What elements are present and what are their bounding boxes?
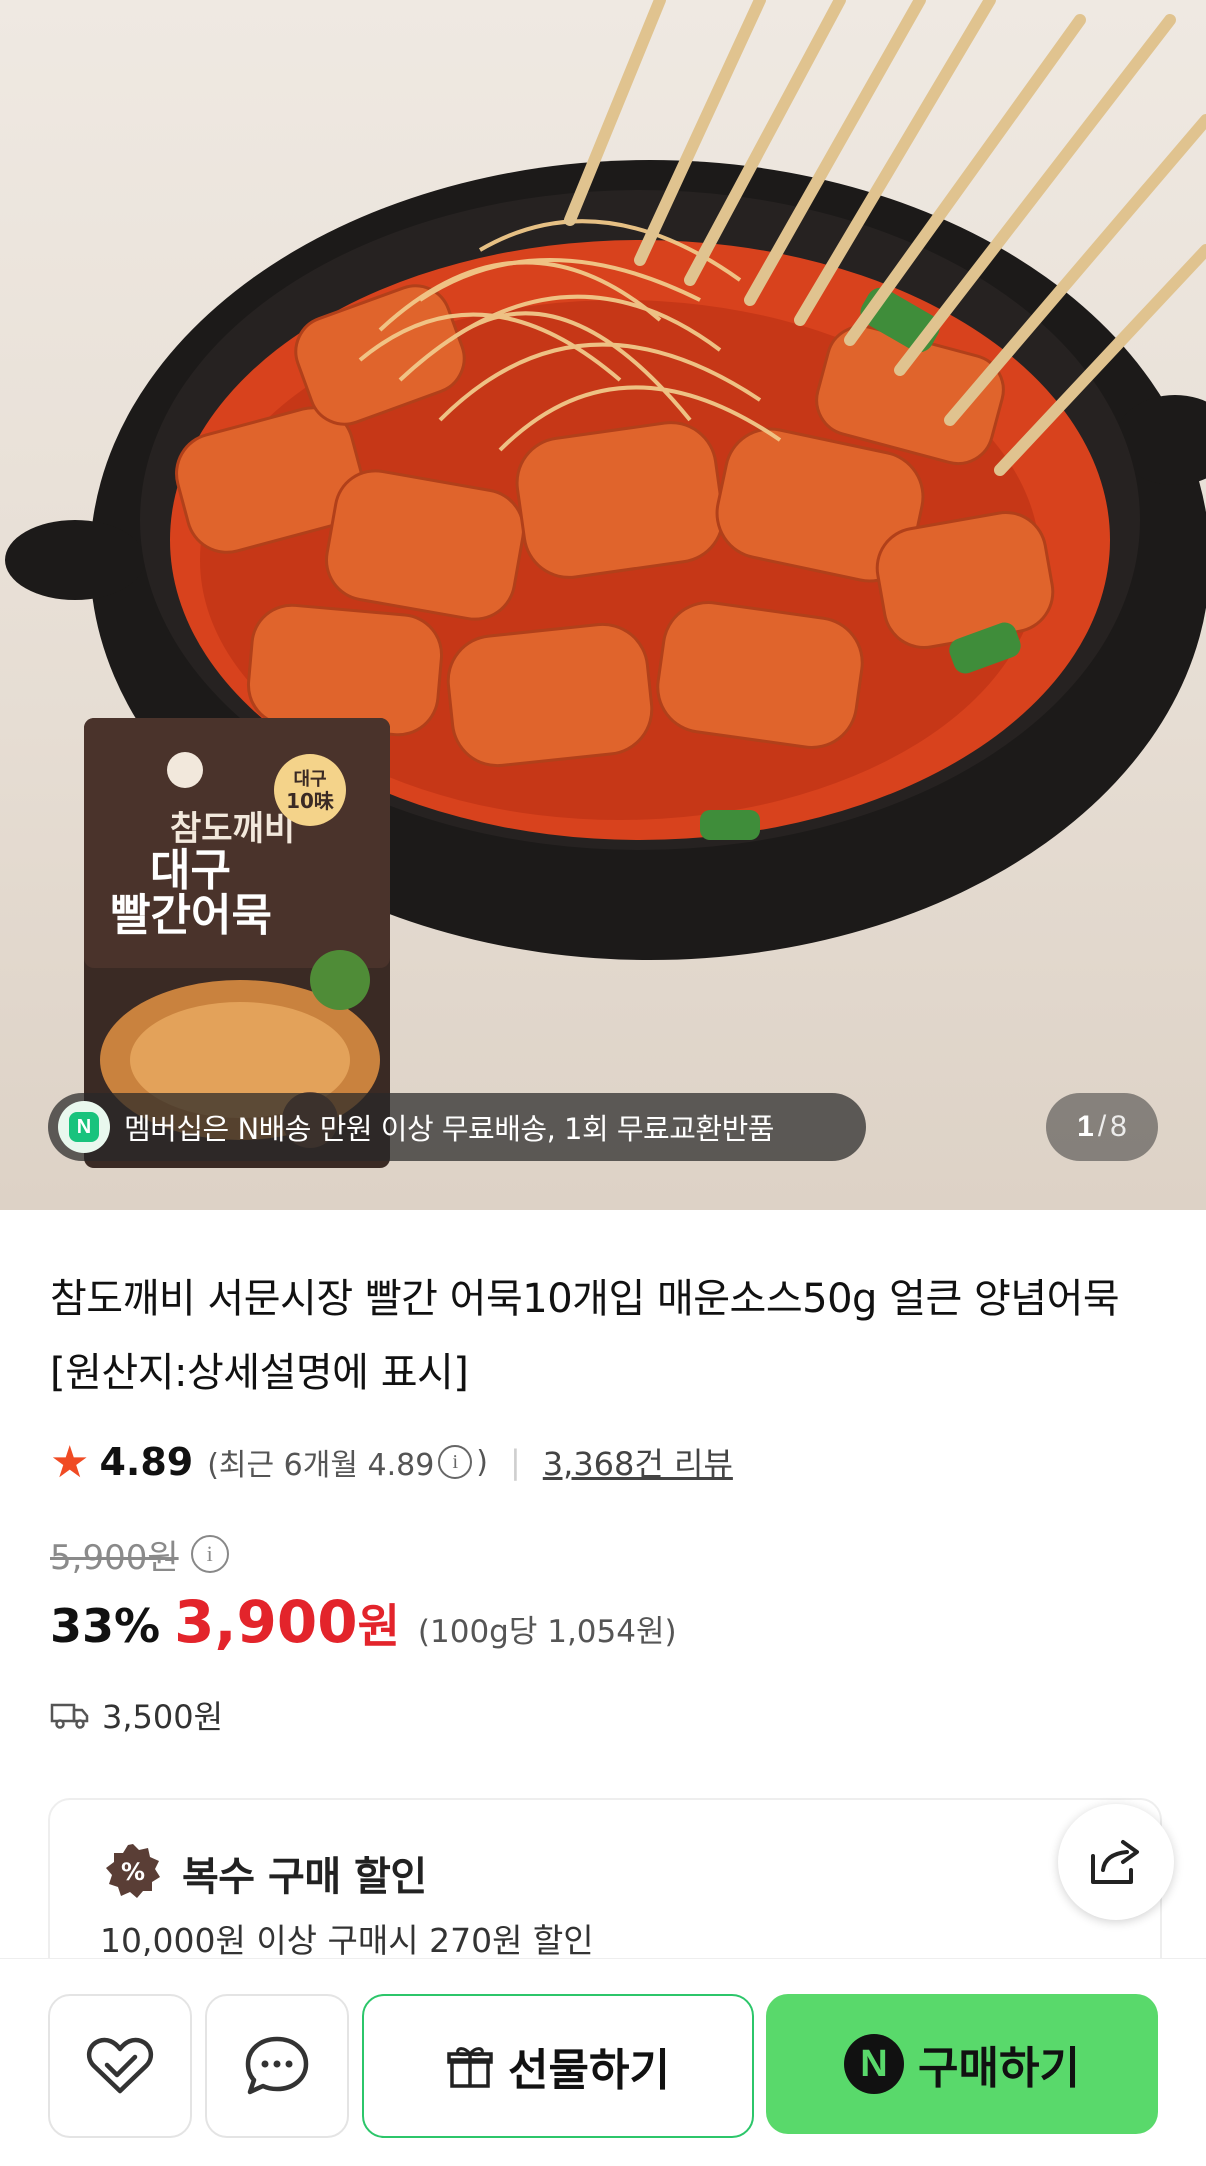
- discount-badge-label: %: [121, 1858, 145, 1886]
- promo-title: 복수 구매 할인: [182, 1854, 427, 1900]
- star-icon: ★: [50, 1436, 90, 1488]
- naver-pay-icon: N: [844, 2034, 905, 2094]
- price-row: 33% 3,900 원 (100g당 1,054원): [50, 1588, 677, 1664]
- wishlist-button[interactable]: [48, 1994, 192, 2138]
- divider: |: [510, 1443, 521, 1481]
- gift-button-label: 선물하기: [508, 2045, 670, 2096]
- n-delivery-icon: N: [58, 1101, 110, 1153]
- rating-row: ★ 4.89 (최근 6개월 4.89 i ) | 3,368건 리뷰: [50, 1432, 733, 1492]
- heart-check-icon: [86, 2037, 154, 2094]
- info-icon[interactable]: i: [438, 1445, 473, 1479]
- image-counter-separator: /: [1097, 1110, 1107, 1143]
- image-counter: 1/8: [1046, 1093, 1158, 1161]
- currency-label: 원: [357, 1599, 400, 1653]
- rating-score: 4.89: [99, 1440, 194, 1484]
- membership-banner-text: 멤버십은 N배송 만원 이상 무료배송, 1회 무료교환반품: [124, 1112, 774, 1146]
- discount-rate: 33%: [50, 1599, 161, 1653]
- share-button[interactable]: [1058, 1804, 1174, 1920]
- gift-icon: [447, 2047, 493, 2088]
- review-count-link[interactable]: 3,368건 리뷰: [543, 1439, 733, 1485]
- food-photo: 참도깨비 대구 빨간어묵 대구 10味: [5, 0, 1206, 1168]
- promo-description: 10,000원 이상 구매시 270원 할인: [100, 1921, 594, 1960]
- discount-badge-icon: %: [106, 1844, 160, 1898]
- buy-button-label: 구매하기: [918, 2043, 1080, 2094]
- price-info-icon[interactable]: i: [190, 1535, 229, 1573]
- buy-button[interactable]: N 구매하기: [766, 1994, 1158, 2134]
- shipping-row: 3,500원: [50, 1690, 223, 1740]
- bottom-action-bar: 선물하기 N 구매하기: [0, 1958, 1206, 2166]
- recent-rating-close: ): [476, 1444, 488, 1480]
- chat-icon: [245, 2036, 309, 2095]
- sale-price: 3,900: [174, 1588, 358, 1656]
- share-icon: [1091, 1840, 1139, 1884]
- package-badge-2: 10味: [286, 789, 334, 813]
- membership-banner[interactable]: N 멤버십은 N배송 만원 이상 무료배송, 1회 무료교환반품: [48, 1093, 866, 1161]
- product-image[interactable]: 참도깨비 대구 빨간어묵 대구 10味 N 멤버십은 N배송 만원 이상 무료배…: [0, 0, 1206, 1210]
- truck-icon: [50, 1703, 89, 1729]
- original-price-row: 5,900원 i: [50, 1526, 229, 1582]
- shipping-fee: 3,500원: [102, 1698, 224, 1736]
- package-badge-1: 대구: [293, 769, 326, 790]
- package-name-2: 빨간어묵: [110, 890, 272, 941]
- original-price: 5,900원: [50, 1537, 179, 1578]
- package-brand: 참도깨비: [170, 809, 295, 849]
- product-title: 참도깨비 서문시장 빨간 어묵10개입 매운소스50g 얼큰 양념어묵 [원산지…: [50, 1276, 1120, 1396]
- unit-price: (100g당 1,054원): [417, 1614, 677, 1650]
- chat-button[interactable]: [205, 1994, 349, 2138]
- image-counter-current: 1: [1077, 1110, 1094, 1143]
- recent-rating: (최근 6개월 4.89: [207, 1448, 435, 1483]
- gift-button[interactable]: 선물하기: [362, 1994, 754, 2138]
- image-counter-total: 8: [1110, 1110, 1127, 1143]
- package-name-1: 대구: [150, 845, 231, 896]
